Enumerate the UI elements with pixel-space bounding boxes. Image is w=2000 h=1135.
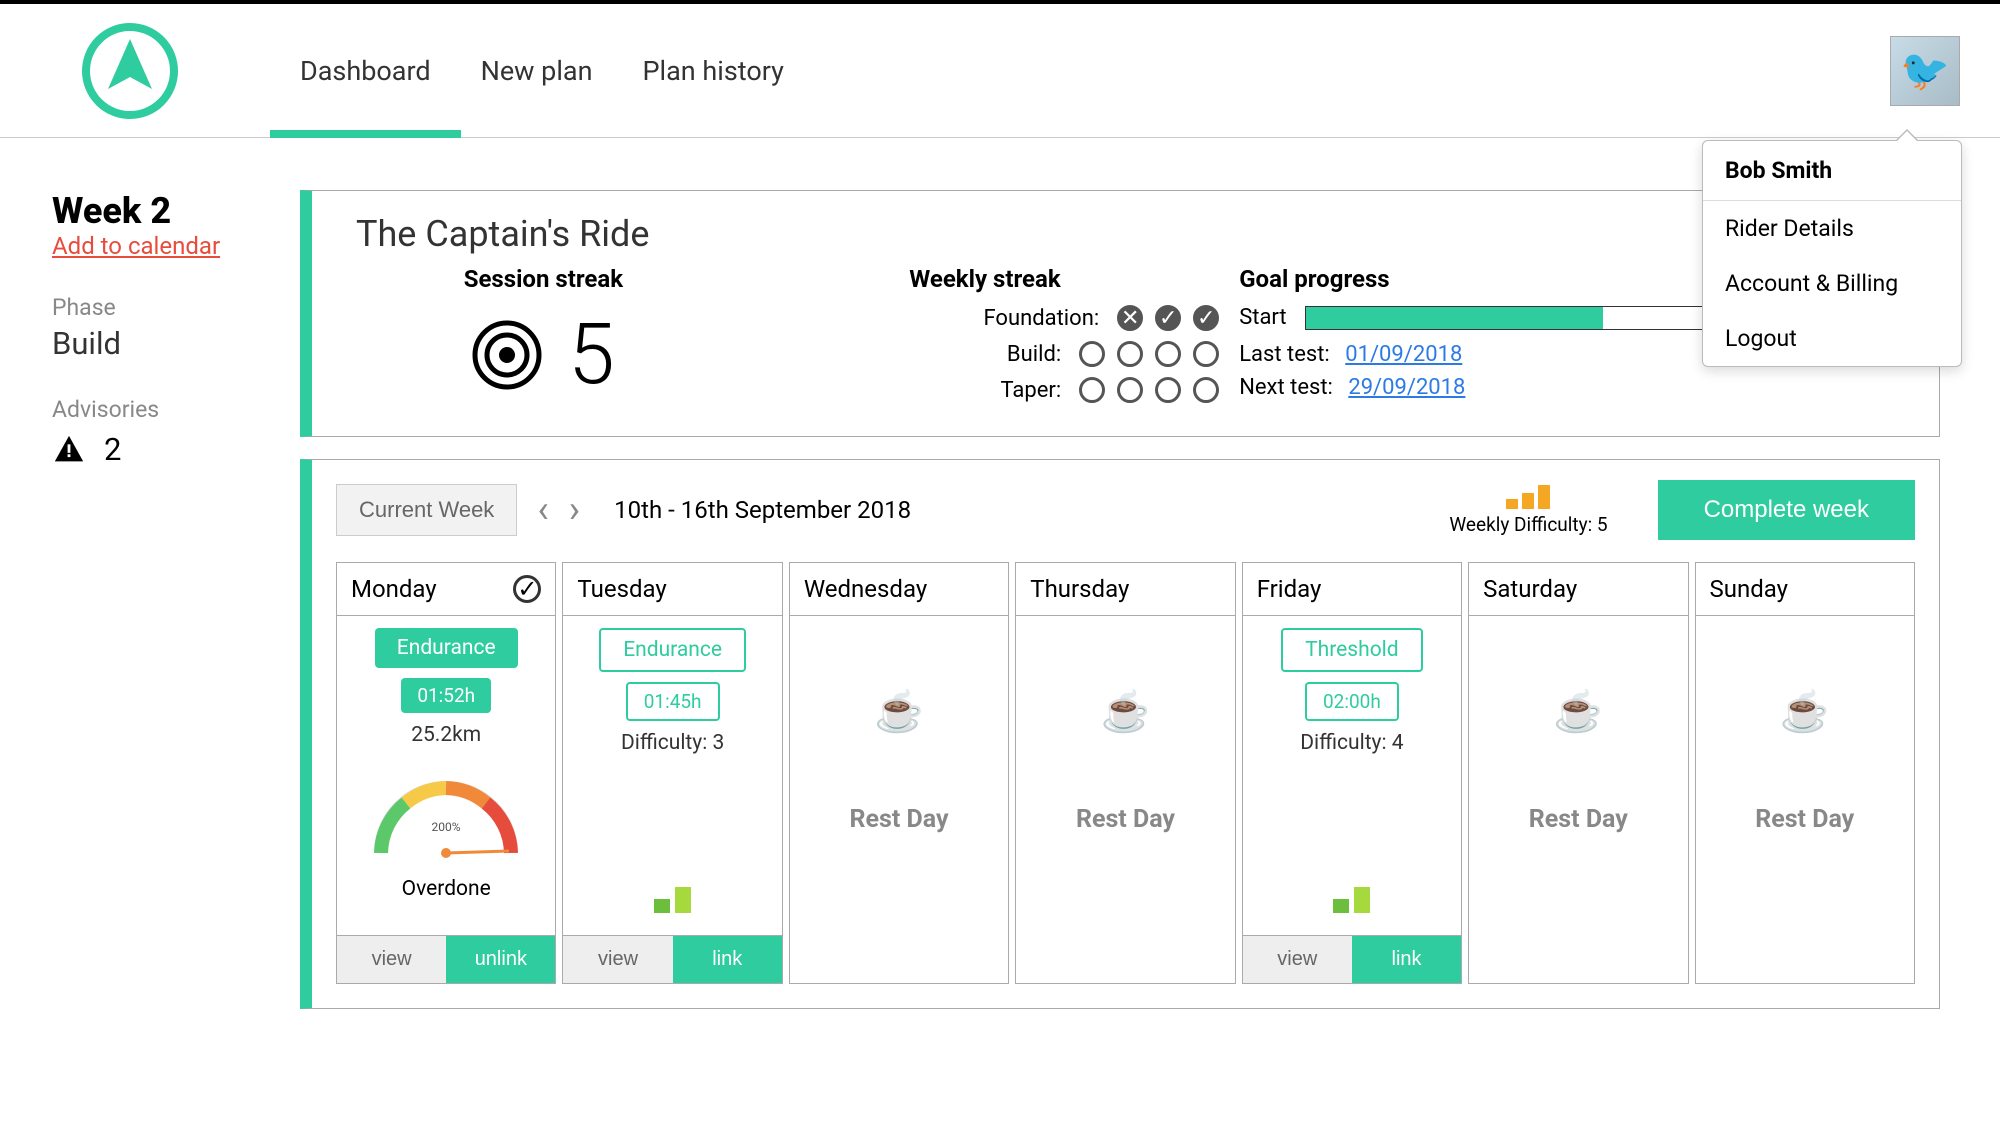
target-icon (472, 320, 542, 390)
add-to-calendar-link[interactable]: Add to calendar (52, 232, 272, 260)
svg-text:200%: 200% (432, 820, 461, 834)
day-name: Monday (351, 575, 437, 603)
goal-start-label: Start (1239, 305, 1286, 330)
view-button[interactable]: view (1243, 936, 1352, 983)
logo-icon (80, 21, 180, 121)
days-grid: Monday ✓ Endurance 01:52h 25.2km 200% (336, 562, 1915, 984)
empty-dot-icon (1117, 341, 1143, 367)
nav-dashboard[interactable]: Dashboard (300, 4, 431, 137)
empty-dot-icon (1155, 377, 1181, 403)
current-week-button[interactable]: Current Week (336, 484, 517, 536)
check-icon: ✓ (1155, 305, 1181, 331)
rest-day-label: Rest Day (1076, 805, 1175, 834)
day-name: Thursday (1030, 575, 1129, 603)
rest-day-label: Rest Day (850, 805, 949, 834)
day-tuesday: Tuesday Endurance 01:45h Difficulty: 3 v… (562, 562, 782, 984)
workout-type-badge: Endurance (375, 628, 518, 668)
menu-rider-details[interactable]: Rider Details (1703, 201, 1961, 256)
weekly-streak-label: Weekly streak (751, 265, 1219, 293)
week-card: Current Week ‹ › 10th - 16th September 2… (300, 459, 1940, 1009)
difficulty: Difficulty: 4 (1300, 731, 1403, 755)
cup-icon: ☕ (1553, 688, 1603, 735)
duration-badge: 02:00h (1305, 682, 1399, 721)
nav-plan-history[interactable]: Plan history (642, 4, 783, 137)
nav: Dashboard New plan Plan history (300, 4, 784, 137)
week-header: Current Week ‹ › 10th - 16th September 2… (336, 480, 1915, 540)
week-range: 10th - 16th September 2018 (614, 496, 911, 524)
last-test-label: Last test: (1239, 342, 1330, 367)
rest-day-label: Rest Day (1755, 805, 1854, 834)
distance: 25.2km (411, 723, 481, 747)
empty-dot-icon (1079, 341, 1105, 367)
plan-name: The Captain's Ride (356, 213, 1895, 255)
day-friday: Friday Threshold 02:00h Difficulty: 4 vi… (1242, 562, 1462, 984)
workout-type-badge: Endurance (599, 628, 746, 672)
workout-type-badge: Threshold (1281, 628, 1423, 672)
nav-new-plan[interactable]: New plan (481, 4, 593, 137)
gauge-icon: 200% (361, 763, 531, 863)
weekly-streak-rows: Foundation: ✕ ✓ ✓ Build: Taper: (751, 305, 1219, 403)
weekly-difficulty: Weekly Difficulty: 5 (1449, 485, 1607, 536)
session-streak-value: 5 (568, 305, 615, 404)
streak-taper: Taper: (751, 377, 1219, 403)
empty-dot-icon (1117, 377, 1143, 403)
advisories-count: 2 (104, 431, 121, 468)
link-button[interactable]: link (1352, 936, 1461, 983)
day-sunday: Sunday ☕ Rest Day (1695, 562, 1915, 984)
link-button[interactable]: link (673, 936, 782, 983)
check-icon: ✓ (1193, 305, 1219, 331)
day-name: Saturday (1483, 575, 1577, 603)
day-saturday: Saturday ☕ Rest Day (1468, 562, 1688, 984)
header: Dashboard New plan Plan history (0, 0, 2000, 138)
user-name: Bob Smith (1703, 141, 1961, 201)
difficulty: Difficulty: 3 (621, 731, 724, 755)
cup-icon: ☕ (1780, 688, 1830, 735)
avatar[interactable] (1890, 36, 1960, 106)
phase-label: Phase (52, 294, 272, 321)
duration-badge: 01:52h (401, 678, 491, 713)
day-name: Friday (1257, 575, 1322, 603)
sidebar: Week 2 Add to calendar Phase Build Advis… (52, 190, 272, 468)
empty-dot-icon (1155, 341, 1181, 367)
day-name: Tuesday (577, 575, 666, 603)
empty-dot-icon (1079, 377, 1105, 403)
unlink-button[interactable]: unlink (446, 936, 555, 983)
streak-build: Build: (751, 341, 1219, 367)
last-test-link[interactable]: 01/09/2018 (1345, 342, 1462, 367)
menu-logout[interactable]: Logout (1703, 311, 1961, 366)
day-name: Sunday (1710, 575, 1789, 603)
cup-icon: ☕ (874, 688, 924, 735)
complete-week-button[interactable]: Complete week (1658, 480, 1915, 540)
view-button[interactable]: view (563, 936, 672, 983)
rest-day-label: Rest Day (1529, 805, 1628, 834)
day-monday: Monday ✓ Endurance 01:52h 25.2km 200% (336, 562, 556, 984)
next-test-label: Next test: (1239, 375, 1333, 400)
summary-card: The Captain's Ride Session streak 5 Week… (300, 190, 1940, 437)
difficulty-bars-icon (1333, 887, 1370, 913)
day-wednesday: Wednesday ☕ Rest Day (789, 562, 1009, 984)
cup-icon: ☕ (1101, 688, 1151, 735)
menu-account-billing[interactable]: Account & Billing (1703, 256, 1961, 311)
advisories-label: Advisories (52, 396, 272, 423)
phase-value: Build (52, 325, 272, 362)
streak-foundation: Foundation: ✕ ✓ ✓ (751, 305, 1219, 331)
session-streak-label: Session streak (356, 265, 731, 293)
view-button[interactable]: view (337, 936, 446, 983)
check-icon: ✓ (513, 575, 541, 603)
difficulty-bars-icon (654, 887, 691, 913)
chevron-left-icon[interactable]: ‹ (537, 488, 548, 532)
chevron-right-icon[interactable]: › (569, 488, 580, 532)
week-title: Week 2 (52, 190, 272, 232)
day-thursday: Thursday ☕ Rest Day (1015, 562, 1235, 984)
warning-icon (52, 433, 86, 467)
user-dropdown: Bob Smith Rider Details Account & Billin… (1702, 140, 1962, 367)
gauge-label: Overdone (402, 877, 491, 901)
next-test-link[interactable]: 29/09/2018 (1348, 375, 1465, 400)
main: The Captain's Ride Session streak 5 Week… (300, 190, 1940, 1009)
x-icon: ✕ (1117, 305, 1143, 331)
empty-dot-icon (1193, 377, 1219, 403)
empty-dot-icon (1193, 341, 1219, 367)
duration-badge: 01:45h (626, 682, 720, 721)
day-name: Wednesday (804, 575, 927, 603)
